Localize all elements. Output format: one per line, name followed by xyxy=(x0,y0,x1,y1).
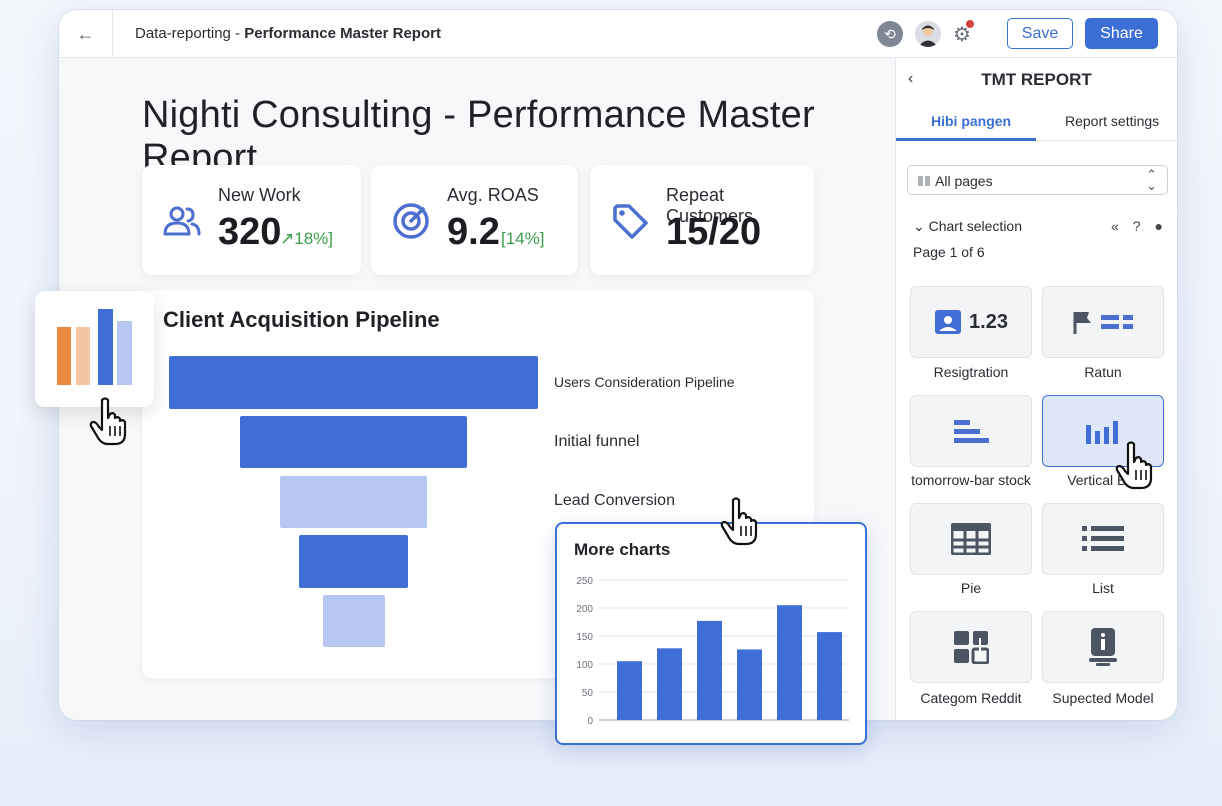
bar-chart-icon xyxy=(57,309,132,385)
info-device-icon xyxy=(1089,628,1117,666)
chart-bar[interactable] xyxy=(617,661,642,720)
more-charts-bar-chart: 0 50 100 150 200 250 xyxy=(576,576,849,727)
chart-bar[interactable] xyxy=(697,620,722,720)
kpi-delta: ↗18%] xyxy=(280,229,333,248)
breadcrumb: Data-reporting - Performance Master Repo… xyxy=(135,25,441,42)
funnel-stage-4[interactable] xyxy=(299,535,408,588)
chart-tile-categom-reddit[interactable] xyxy=(910,611,1032,683)
back-button[interactable]: ← xyxy=(59,10,113,58)
page-select-value: All pages xyxy=(935,173,993,189)
section-label: Chart selection xyxy=(928,218,1023,234)
chart-tile-resigtration[interactable]: 1.23 xyxy=(910,286,1032,358)
chart-bar[interactable] xyxy=(817,632,842,720)
tab-report-settings[interactable]: Report settings xyxy=(1065,113,1159,129)
tile-label: Categom Reddit xyxy=(920,690,1022,706)
kpi-value: 15/20 xyxy=(666,211,762,253)
tile-label: Pie xyxy=(960,580,982,596)
avatar[interactable] xyxy=(915,21,941,47)
chart-bar[interactable] xyxy=(657,648,682,720)
y-tick-label: 50 xyxy=(582,688,594,699)
chevron-down-icon: ⌄ xyxy=(913,218,925,234)
tile-label: Supected Model xyxy=(1052,690,1154,706)
target-icon xyxy=(393,203,429,239)
kpi-card-avg-roas[interactable]: Avg. ROAS 9.2 [14%] xyxy=(371,165,578,275)
funnel-label: Users Consideration Pipeline xyxy=(554,374,735,390)
page-select[interactable]: All pages ⌃ ⌄ xyxy=(907,165,1168,195)
chevron-updown-icon: ⌃ ⌄ xyxy=(1146,167,1157,193)
more-charts-popup[interactable]: More charts 0 50 100 150 200 250 xyxy=(555,522,867,745)
hand-cursor-icon xyxy=(720,497,758,546)
kpi-card-new-work[interactable]: New Work 320 ↗18%] xyxy=(142,165,361,275)
user-avatar-icon xyxy=(918,25,938,47)
active-tab-indicator xyxy=(896,138,1036,141)
y-tick-label: 150 xyxy=(576,632,593,643)
funnel-stage-5[interactable] xyxy=(323,595,385,647)
chart-bar[interactable] xyxy=(737,649,762,720)
chart-tile-horizontal-bar[interactable] xyxy=(910,395,1032,467)
help-icon[interactable]: ? xyxy=(1133,218,1141,234)
chart-side-panel: ‹ TMT REPORT Hibi pangen Report settings… xyxy=(895,58,1177,720)
chart-bar[interactable] xyxy=(777,605,802,720)
hand-cursor-icon xyxy=(89,397,127,446)
share-button[interactable]: Share xyxy=(1085,18,1158,49)
collapse-icon[interactable]: « xyxy=(1111,218,1119,234)
y-tick-label: 200 xyxy=(576,604,593,615)
kpi-label: New Work xyxy=(218,185,301,205)
tile-icon-text: 1.23 xyxy=(969,310,1008,333)
kpi-value: 9.2 xyxy=(447,211,500,253)
tile-label: tomorrow-bar stock xyxy=(911,472,1031,488)
users-icon xyxy=(163,206,201,236)
funnel-stage-3[interactable] xyxy=(280,476,427,528)
section-tools: « ? ● xyxy=(1111,218,1163,234)
table-grid-icon xyxy=(951,523,991,555)
save-button[interactable]: Save xyxy=(1007,18,1073,49)
y-tick-label: 250 xyxy=(576,576,593,587)
kpi-label: Avg. ROAS xyxy=(447,185,539,205)
arrow-left-icon: ← xyxy=(76,23,95,44)
kpi-delta: [14%] xyxy=(501,229,545,248)
scorecard-icon xyxy=(935,310,962,334)
funnel-stage-1[interactable] xyxy=(169,356,538,409)
panel-tabs: Hibi pangen Report settings xyxy=(896,108,1177,141)
chart-selection-toggle[interactable]: ⌄ Chart selection xyxy=(913,218,1022,235)
breadcrumb-page: Performance Master Report xyxy=(244,25,441,42)
top-bar: ← Data-reporting - Performance Master Re… xyxy=(59,10,1177,58)
panel-title: TMT REPORT xyxy=(981,70,1092,89)
chart-tile-pie[interactable] xyxy=(910,503,1032,575)
y-tick-label: 100 xyxy=(576,660,593,671)
page-indicator: Page 1 of 6 xyxy=(913,244,985,260)
tile-label: Resigtration xyxy=(933,364,1009,380)
funnel-label: Initial funnel xyxy=(554,433,640,450)
y-tick-label: 0 xyxy=(587,716,593,727)
tile-label: Ratun xyxy=(1084,364,1122,380)
notification-dot xyxy=(966,20,974,28)
sync-icon[interactable]: ⟲ xyxy=(877,21,903,47)
tile-label: List xyxy=(1092,580,1114,596)
breadcrumb-prefix[interactable]: Data-reporting - xyxy=(135,25,244,42)
hand-cursor-icon xyxy=(1115,441,1153,490)
kpi-value: 320 xyxy=(218,211,282,253)
chart-tile-ratun[interactable] xyxy=(1042,286,1164,358)
pipeline-title: Client Acquisition Pipeline xyxy=(163,307,440,332)
chart-tile-supected-model[interactable] xyxy=(1042,611,1164,683)
palette-icon[interactable]: ● xyxy=(1155,218,1163,234)
funnel-stage-2[interactable] xyxy=(240,416,467,468)
kpi-card-repeat-customers[interactable]: Repeat Customers 15/20 xyxy=(590,165,814,275)
flag-list-icon xyxy=(1073,312,1133,334)
tag-icon xyxy=(613,204,648,239)
layout-icon xyxy=(954,631,989,664)
list-icon xyxy=(1082,526,1124,551)
tab-hibi-pangen[interactable]: Hibi pangen xyxy=(931,113,1011,129)
pages-icon xyxy=(918,176,930,186)
draggable-chart-card[interactable] xyxy=(35,291,154,407)
funnel-label: Lead Conversion xyxy=(554,492,675,509)
horizontal-bar-icon xyxy=(954,420,989,443)
chart-tile-list[interactable] xyxy=(1042,503,1164,575)
